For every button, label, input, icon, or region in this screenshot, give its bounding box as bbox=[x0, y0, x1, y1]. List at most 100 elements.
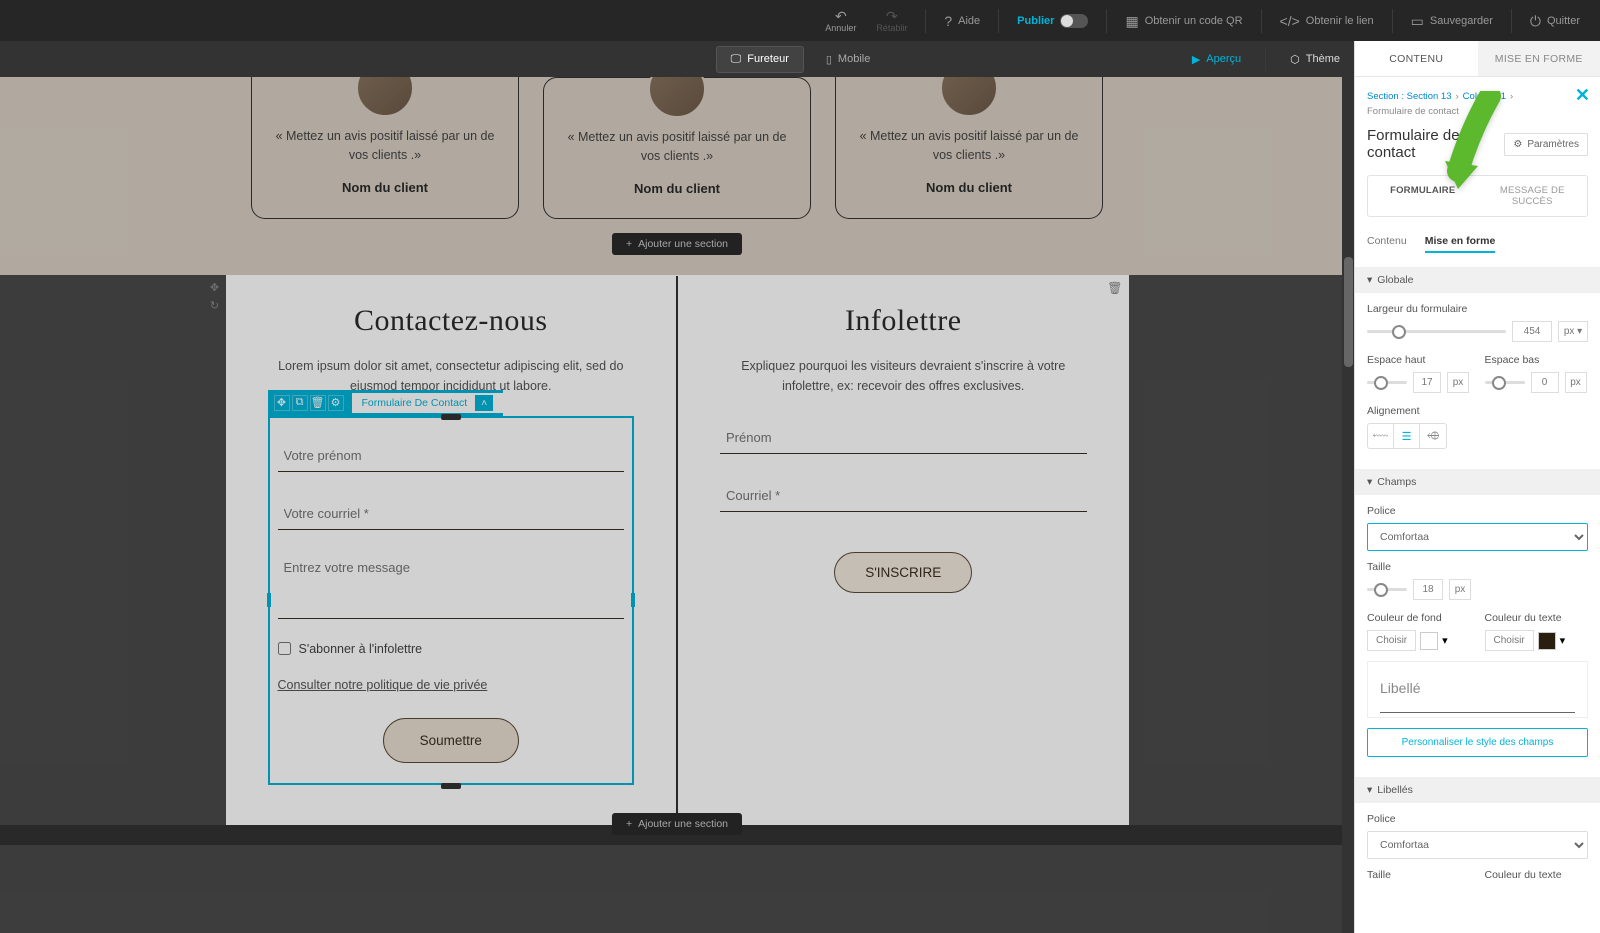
align-center-button[interactable]: ☰ bbox=[1394, 424, 1420, 448]
publish-toggle[interactable] bbox=[1060, 14, 1088, 28]
label-font-select[interactable]: Comfortaa bbox=[1367, 831, 1588, 859]
quit-label: Quitter bbox=[1547, 15, 1580, 27]
publish-label: Publier bbox=[1017, 15, 1054, 27]
champs-label: Champs bbox=[1377, 476, 1416, 488]
caret-down-icon: ▾ bbox=[1367, 274, 1372, 286]
qr-button[interactable]: ▦ Obtenir un code QR bbox=[1117, 0, 1250, 41]
text-color-label: Couleur du texte bbox=[1485, 869, 1589, 881]
width-input[interactable] bbox=[1512, 321, 1552, 342]
collapse-champs[interactable]: ▾ Champs bbox=[1355, 469, 1600, 495]
mobile-view-button[interactable]: ▯ Mobile bbox=[812, 47, 884, 72]
size-label: Taille bbox=[1367, 561, 1588, 573]
publish-button[interactable]: Publier bbox=[1009, 0, 1096, 41]
redo-label: Rétablir bbox=[876, 23, 907, 33]
crumb-section[interactable]: Section : Section 13 bbox=[1367, 91, 1452, 102]
tab-contenu[interactable]: CONTENU bbox=[1355, 41, 1478, 76]
choose-label: Choisir bbox=[1367, 630, 1416, 651]
space-top-input[interactable] bbox=[1413, 372, 1441, 393]
canvas: « Mettez un avis positif laissé par un d… bbox=[0, 77, 1354, 933]
theme-button[interactable]: ⬡ Thème bbox=[1290, 53, 1340, 66]
divider bbox=[1392, 9, 1393, 33]
globale-label: Globale bbox=[1377, 274, 1413, 286]
libelles-label: Libellés bbox=[1377, 784, 1413, 796]
canvas-overlay bbox=[0, 77, 1354, 933]
width-slider[interactable] bbox=[1367, 330, 1506, 333]
divider bbox=[1261, 9, 1262, 33]
quit-button[interactable]: ⏻ Quitter bbox=[1522, 0, 1588, 41]
size-label: Taille bbox=[1367, 869, 1471, 881]
preview-label: Libellé bbox=[1380, 680, 1420, 696]
chevron-down-icon: ▾ bbox=[1560, 634, 1566, 647]
save-label: Sauvegarder bbox=[1430, 15, 1493, 27]
desktop-icon: 🖵 bbox=[731, 53, 742, 66]
gear-icon: ⚙ bbox=[1513, 139, 1522, 150]
mobile-label: Mobile bbox=[838, 53, 870, 65]
scrollbar[interactable] bbox=[1342, 77, 1354, 933]
width-unit[interactable]: px ▾ bbox=[1558, 321, 1588, 342]
divider bbox=[1106, 9, 1107, 33]
color-swatch[interactable] bbox=[1420, 632, 1438, 650]
theme-label: Thème bbox=[1306, 53, 1340, 65]
properties-panel: CONTENU MISE EN FORME ✕ Section : Sectio… bbox=[1354, 41, 1600, 933]
mobile-icon: ▯ bbox=[826, 53, 832, 66]
help-button[interactable]: ? Aide bbox=[936, 0, 988, 41]
desktop-view-button[interactable]: 🖵 Fureteur bbox=[716, 46, 804, 73]
font-select[interactable]: Comfortaa bbox=[1367, 523, 1588, 551]
text-color-picker[interactable]: Choisir ▾ bbox=[1485, 630, 1589, 651]
qr-icon: ▦ bbox=[1125, 14, 1138, 28]
divider bbox=[925, 9, 926, 33]
space-bottom-input[interactable] bbox=[1531, 372, 1559, 393]
top-toolbar: ↶ Annuler ↷ Rétablir ? Aide Publier ▦ Ob… bbox=[0, 0, 1600, 41]
help-icon: ? bbox=[944, 14, 952, 28]
bg-color-label: Couleur de fond bbox=[1367, 612, 1471, 624]
chevron-down-icon: ▾ bbox=[1442, 634, 1448, 647]
undo-label: Annuler bbox=[825, 23, 856, 33]
text-color-label: Couleur du texte bbox=[1485, 612, 1589, 624]
align-left-button[interactable]: ⬳ bbox=[1368, 424, 1394, 448]
undo-icon: ↶ bbox=[835, 9, 847, 23]
redo-button[interactable]: ↷ Rétablir bbox=[868, 0, 915, 41]
chevron-right-icon: › bbox=[1510, 91, 1513, 102]
space-bottom-slider[interactable] bbox=[1485, 381, 1525, 384]
width-label: Largeur du formulaire bbox=[1367, 303, 1588, 315]
save-button[interactable]: ▭ Sauvegarder bbox=[1403, 0, 1501, 41]
caret-down-icon: ▾ bbox=[1367, 476, 1372, 488]
px-unit: px bbox=[1565, 372, 1587, 393]
space-bottom-label: Espace bas bbox=[1485, 354, 1589, 366]
space-top-label: Espace haut bbox=[1367, 354, 1471, 366]
collapse-libelles[interactable]: ▾ Libellés bbox=[1355, 777, 1600, 803]
link-button[interactable]: </> Obtenir le lien bbox=[1272, 0, 1382, 41]
preview-label: Aperçu bbox=[1206, 53, 1241, 65]
subtab-mise-en-forme[interactable]: Mise en forme bbox=[1425, 235, 1496, 253]
link-label: Obtenir le lien bbox=[1306, 15, 1374, 27]
redo-icon: ↷ bbox=[886, 9, 898, 23]
help-label: Aide bbox=[958, 15, 980, 27]
px-unit: px bbox=[1447, 372, 1469, 393]
size-slider[interactable] bbox=[1367, 588, 1407, 591]
collapse-globale[interactable]: ▾ Globale bbox=[1355, 267, 1600, 293]
scroll-thumb[interactable] bbox=[1344, 257, 1353, 367]
font-label: Police bbox=[1367, 813, 1588, 825]
customize-fields-button[interactable]: Personnaliser le style des champs bbox=[1367, 728, 1588, 757]
settings-label: Paramètres bbox=[1527, 139, 1579, 150]
space-top-slider[interactable] bbox=[1367, 381, 1407, 384]
close-icon[interactable]: ✕ bbox=[1575, 85, 1590, 106]
undo-button[interactable]: ↶ Annuler bbox=[817, 0, 864, 41]
align-label: Alignement bbox=[1367, 405, 1588, 417]
desktop-label: Fureteur bbox=[747, 53, 789, 65]
bg-color-picker[interactable]: Choisir ▾ bbox=[1367, 630, 1471, 651]
save-icon: ▭ bbox=[1411, 14, 1424, 28]
size-input[interactable] bbox=[1413, 579, 1443, 600]
settings-button[interactable]: ⚙ Paramètres bbox=[1504, 133, 1588, 156]
color-swatch[interactable] bbox=[1538, 632, 1556, 650]
preview-button[interactable]: ▶ Aperçu bbox=[1192, 53, 1241, 66]
choose-label: Choisir bbox=[1485, 630, 1534, 651]
tab-mise-en-forme[interactable]: MISE EN FORME bbox=[1478, 41, 1600, 76]
play-icon: ▶ bbox=[1192, 53, 1200, 66]
align-right-button[interactable]: ⬲ bbox=[1420, 424, 1446, 448]
divider bbox=[1265, 47, 1266, 71]
quit-icon: ⏻ bbox=[1530, 14, 1541, 28]
subtab-contenu[interactable]: Contenu bbox=[1367, 235, 1407, 253]
field-preview: Libellé bbox=[1367, 661, 1588, 718]
link-icon: </> bbox=[1280, 14, 1300, 28]
